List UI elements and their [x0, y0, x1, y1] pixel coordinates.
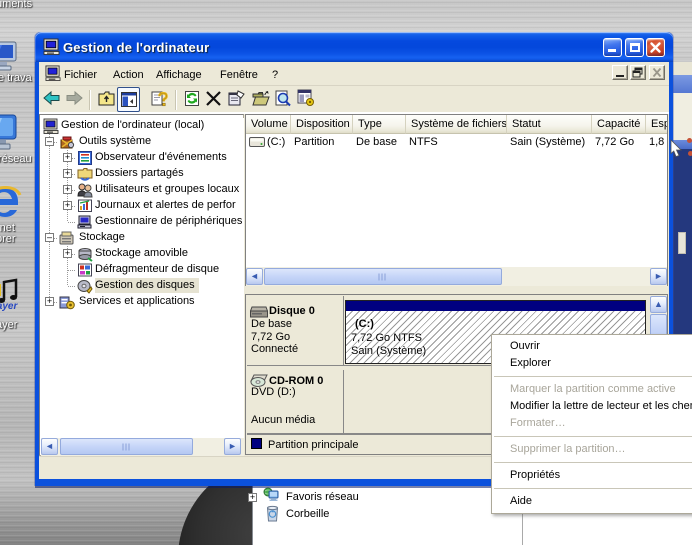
svg-text:layer: layer — [0, 301, 18, 312]
